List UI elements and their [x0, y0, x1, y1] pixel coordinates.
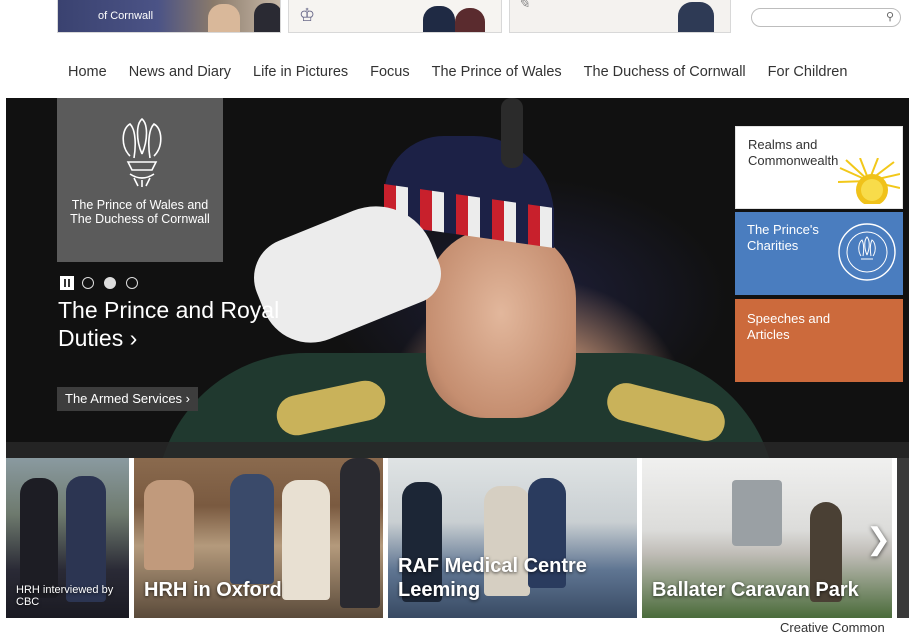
- thumbnail-cbc-interview[interactable]: HRH interviewed by CBC: [6, 458, 129, 618]
- banner-cornwall-text: of Cornwall: [98, 10, 154, 22]
- thumbnail-label: RAF Medical Centre Leeming: [398, 555, 587, 601]
- crest-text: The Prince of Wales and The Duchess of C…: [70, 198, 210, 226]
- search-icon[interactable]: ⚲: [886, 10, 894, 23]
- banner-duchess-of-cambridge[interactable]: ♔: [288, 0, 502, 33]
- thumbnail-label: Ballater Caravan Park: [652, 579, 859, 601]
- thumbnail-figure: [340, 458, 380, 608]
- image-credit: Creative Common: [780, 620, 885, 635]
- realms-card-label: Realms and Commonwealth: [748, 137, 839, 168]
- banner-figure: [423, 6, 455, 32]
- nav-item-home[interactable]: Home: [68, 64, 107, 84]
- princes-charities-card[interactable]: The Prince's Charities: [735, 212, 903, 295]
- armed-services-link[interactable]: The Armed Services ›: [57, 387, 198, 411]
- chevron-right-icon[interactable]: ❯: [866, 520, 891, 560]
- realms-commonwealth-card[interactable]: Realms and Commonwealth: [735, 126, 903, 209]
- thumbnail-figure: [20, 478, 58, 598]
- thumbnail-figure: [282, 480, 330, 600]
- banner-figure: [254, 3, 280, 32]
- nav-item-duchess-of-cornwall[interactable]: The Duchess of Cornwall: [584, 64, 746, 84]
- thumbnail-hrh-in-oxford[interactable]: HRH in Oxford: [134, 458, 383, 618]
- banner-duchess-of-cornwall[interactable]: of Cornwall: [57, 0, 281, 33]
- thumbnail-raf-medical-centre[interactable]: RAF Medical Centre Leeming: [388, 458, 637, 618]
- nav-item-focus[interactable]: Focus: [370, 64, 410, 84]
- banner-prince-of-wales[interactable]: ✎: [509, 0, 731, 33]
- speeches-articles-card[interactable]: Speeches and Articles: [735, 299, 903, 382]
- thumbnail-next-partial[interactable]: [897, 458, 909, 618]
- crest-icon: ♔: [299, 5, 316, 25]
- nav-item-prince-of-wales[interactable]: The Prince of Wales: [432, 64, 562, 84]
- nav-item-for-children[interactable]: For Children: [768, 64, 848, 84]
- thumbnail-figure: [230, 474, 274, 584]
- banner-figure: [678, 2, 714, 32]
- prince-of-wales-feathers-icon: [122, 117, 162, 187]
- charities-card-label: The Prince's Charities: [747, 222, 819, 253]
- hero-title-link[interactable]: The Prince and Royal Duties ›: [58, 296, 318, 352]
- princes-charities-seal-icon: [838, 223, 896, 281]
- thumbnail-label: HRH in Oxford: [144, 579, 282, 601]
- banner-figure: [208, 4, 240, 32]
- slide-dot-active[interactable]: [104, 277, 116, 289]
- hero-bottom-shade: [6, 442, 909, 458]
- thumbnail-figure: [144, 480, 194, 570]
- nav-item-life-in-pictures[interactable]: Life in Pictures: [253, 64, 348, 84]
- pause-icon[interactable]: [60, 276, 74, 290]
- slide-dot[interactable]: [126, 277, 138, 289]
- thumbnail-ballater-caravan-park[interactable]: Ballater Caravan Park: [642, 458, 892, 618]
- crest-panel[interactable]: The Prince of Wales and The Duchess of C…: [57, 98, 223, 262]
- thumbnail-figure: [732, 480, 782, 546]
- nav-item-news-and-diary[interactable]: News and Diary: [129, 64, 231, 84]
- thumbnail-label: HRH interviewed by CBC: [16, 584, 114, 608]
- top-banner-strip: of Cornwall ♔ ✎ ⚲: [0, 0, 909, 40]
- slideshow-controls: [60, 276, 148, 290]
- banner-figure: [455, 8, 485, 32]
- slide-dot[interactable]: [82, 277, 94, 289]
- sun-icon: [838, 158, 900, 204]
- signature-icon: ✎: [518, 0, 530, 12]
- hero-feather: [501, 98, 523, 168]
- speeches-card-label: Speeches and Articles: [747, 311, 831, 342]
- main-nav: Home News and Diary Life in Pictures Foc…: [68, 64, 869, 84]
- search-input[interactable]: ⚲: [751, 8, 901, 27]
- hero-face: [426, 228, 576, 418]
